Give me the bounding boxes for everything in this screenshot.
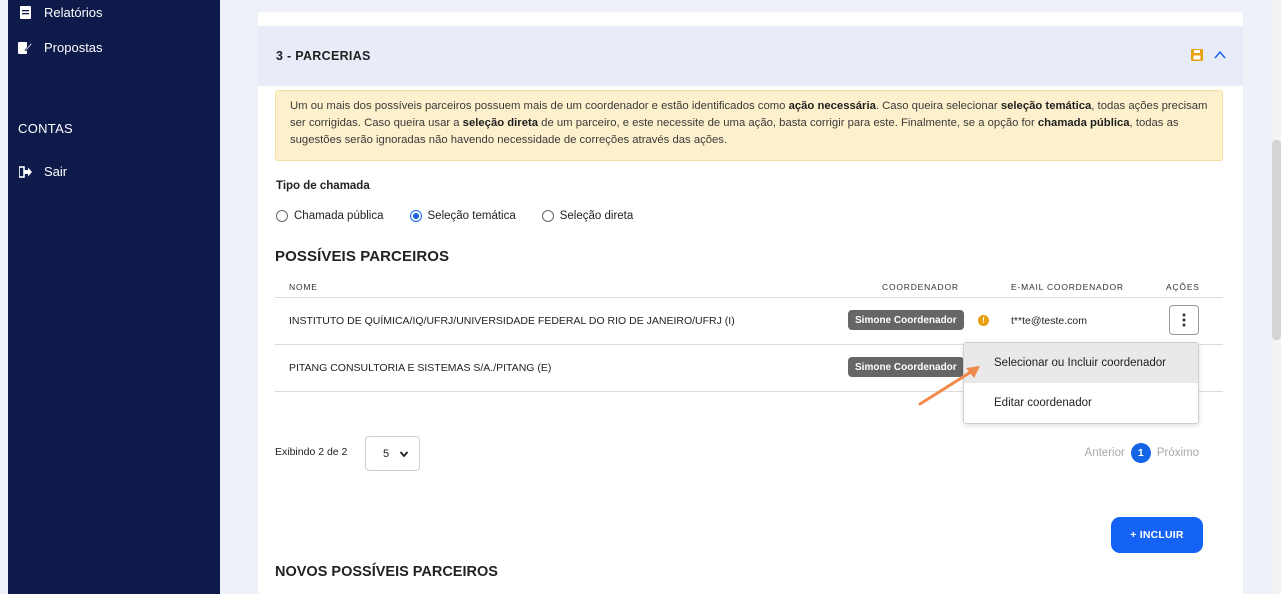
alert-text: Um ou mais dos possíveis parceiros possu… (290, 100, 789, 112)
edit-document-icon (18, 41, 32, 55)
actions-dropdown-menu: Selecionar ou Incluir coordenador Editar… (963, 342, 1199, 424)
parcerias-card: 3 - PARCERIAS Um ou mais dos possíveis p… (258, 12, 1243, 594)
save-icon[interactable] (1191, 49, 1203, 61)
partner-name: PITANG CONSULTORIA E SISTEMAS S/A./PITAN… (289, 362, 552, 374)
warning-info-icon: ! (978, 315, 989, 326)
possiveis-parceiros-title: POSSÍVEIS PARCEIROS (275, 248, 450, 265)
page-size-select[interactable]: 5 (365, 436, 420, 471)
column-header-email: E-MAIL COORDENADOR (1011, 282, 1124, 292)
menu-item-selecionar-coordenador[interactable]: Selecionar ou Incluir coordenador (964, 343, 1198, 383)
section-header[interactable]: 3 - PARCERIAS (258, 26, 1243, 86)
pagination-prev[interactable]: Anterior (1085, 447, 1125, 459)
pagination-page-1[interactable]: 1 (1130, 443, 1151, 463)
report-icon (18, 6, 32, 20)
menu-item-editar-coordenador[interactable]: Editar coordenador (964, 383, 1198, 423)
coordinator-badge: Simone Coordenador (848, 310, 964, 330)
annotation-arrow-icon (918, 366, 980, 406)
pagination-next[interactable]: Próximo (1157, 447, 1199, 459)
tipo-chamada-radio-group: Chamada pública Seleção temática Seleção… (276, 210, 659, 222)
radio-label: Chamada pública (294, 210, 384, 222)
section-title: 3 - PARCERIAS (276, 49, 371, 63)
sidebar-item-label: Relatórios (44, 5, 103, 20)
alert-text: de um parceiro, e este necessite de uma … (538, 117, 1038, 129)
alert-emphasis: seleção temática (1000, 100, 1092, 112)
alert-text: . Caso queira selecionar (875, 100, 1001, 112)
table-row: INSTITUTO DE QUÍMICA/IQ/UFRJ/UNIVERSIDAD… (275, 298, 1223, 345)
scrollbar-thumb[interactable] (1272, 140, 1281, 340)
column-header-nome: NOME (289, 282, 318, 292)
sidebar-item-sair[interactable]: Sair (18, 164, 67, 179)
coordinator-email: t**te@teste.com (1011, 315, 1088, 327)
radio-circle-icon[interactable] (276, 210, 288, 222)
sign-out-icon (18, 165, 32, 179)
novos-parceiros-title: NOVOS POSSÍVEIS PARCEIROS (275, 564, 498, 580)
warning-alert: Um ou mais dos possíveis parceiros possu… (275, 90, 1223, 161)
sidebar-item-relatorios[interactable]: Relatórios (18, 5, 103, 20)
radio-chamada-publica[interactable]: Chamada pública (276, 210, 384, 222)
radio-circle-icon[interactable] (541, 210, 554, 222)
alert-emphasis: chamada pública (1037, 117, 1130, 129)
chevron-down-icon (399, 450, 409, 457)
page-size-value: 5 (383, 447, 390, 460)
scrollbar[interactable] (1272, 0, 1281, 594)
alert-emphasis: seleção direta (462, 117, 539, 129)
column-header-coordenador: COORDENADOR (882, 282, 959, 292)
radio-checked-icon[interactable] (409, 210, 422, 222)
radio-label: Seleção temática (427, 210, 516, 222)
partner-name: INSTITUTO DE QUÍMICA/IQ/UFRJ/UNIVERSIDAD… (289, 315, 735, 327)
sidebar-item-propostas[interactable]: Propostas (18, 40, 103, 55)
tipo-chamada-label: Tipo de chamada (276, 180, 370, 192)
sidebar: Relatórios Propostas CONTAS Sair (8, 0, 220, 594)
sidebar-item-label: Sair (44, 164, 68, 179)
row-actions-button[interactable] (1169, 305, 1199, 335)
chevron-up-icon[interactable] (1213, 48, 1227, 62)
pagination: Anterior 1 Próximo (1085, 443, 1199, 463)
pagination-summary: Exibindo 2 de 2 (275, 446, 348, 458)
incluir-button[interactable]: + INCLUIR (1111, 517, 1203, 553)
radio-label: Seleção direta (559, 210, 634, 222)
radio-selecao-tematica[interactable]: Seleção temática (409, 210, 516, 222)
column-header-acoes: AÇÕES (1166, 282, 1200, 292)
alert-emphasis: ação necessária (788, 100, 876, 112)
table-header: NOME COORDENADOR E-MAIL COORDENADOR AÇÕE… (275, 276, 1223, 298)
sidebar-section-heading: CONTAS (18, 121, 74, 136)
kebab-menu-icon (1182, 313, 1186, 327)
radio-selecao-direta[interactable]: Seleção direta (541, 210, 634, 222)
sidebar-item-label: Propostas (44, 40, 103, 55)
main-content: 3 - PARCERIAS Um ou mais dos possíveis p… (220, 0, 1281, 594)
